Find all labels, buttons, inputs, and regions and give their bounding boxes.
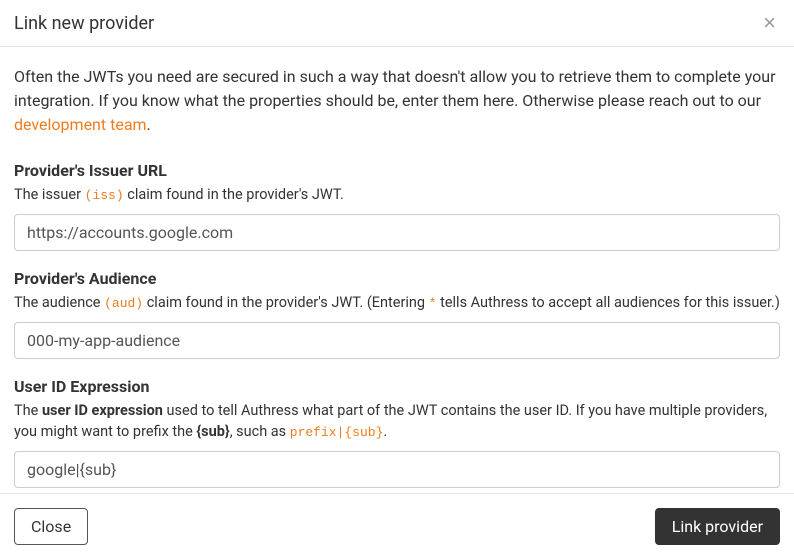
audience-input[interactable]	[14, 322, 780, 359]
userid-input[interactable]	[14, 451, 780, 488]
link-provider-modal: Link new provider × Often the JWTs you n…	[0, 0, 794, 559]
userid-help: The user ID expression used to tell Auth…	[14, 400, 780, 444]
modal-title: Link new provider	[14, 13, 154, 34]
issuer-url-label: Provider's Issuer URL	[14, 161, 780, 180]
issuer-url-help: The issuer (iss) claim found in the prov…	[14, 184, 780, 206]
modal-footer: Close Link provider	[0, 493, 794, 559]
development-team-link[interactable]: development team	[14, 115, 147, 134]
userid-help-code: prefix|{sub}	[290, 425, 384, 440]
userid-label: User ID Expression	[14, 377, 780, 396]
issuer-help-after: claim found in the provider's JWT.	[124, 186, 344, 203]
userid-help-bold2: {sub}	[196, 423, 229, 440]
close-button[interactable]: Close	[14, 508, 88, 545]
issuer-url-input[interactable]	[14, 214, 780, 251]
audience-help-code: (aud)	[104, 296, 143, 311]
userid-help-mid2: , such as	[230, 423, 290, 440]
modal-header: Link new provider ×	[0, 0, 794, 47]
audience-group: Provider's Audience The audience (aud) c…	[14, 269, 780, 359]
audience-help-after: tells Authress to accept all audiences f…	[436, 294, 779, 311]
issuer-help-before: The issuer	[14, 186, 85, 203]
issuer-help-code: (iss)	[85, 188, 124, 203]
audience-help: The audience (aud) claim found in the pr…	[14, 292, 780, 314]
userid-group: User ID Expression The user ID expressio…	[14, 377, 780, 489]
intro-text: Often the JWTs you need are secured in s…	[14, 65, 780, 137]
audience-help-mid: claim found in the provider's JWT. (Ente…	[143, 294, 429, 311]
intro-text-after: .	[147, 115, 151, 134]
link-provider-button[interactable]: Link provider	[655, 508, 780, 545]
userid-help-after: .	[383, 423, 387, 440]
issuer-url-group: Provider's Issuer URL The issuer (iss) c…	[14, 161, 780, 251]
audience-help-before: The audience	[14, 294, 104, 311]
modal-body: Often the JWTs you need are secured in s…	[0, 47, 794, 493]
userid-help-before: The	[14, 402, 42, 419]
close-icon[interactable]: ×	[759, 12, 780, 34]
audience-label: Provider's Audience	[14, 269, 780, 288]
intro-text-before: Often the JWTs you need are secured in s…	[14, 67, 776, 110]
userid-help-bold1: user ID expression	[42, 402, 163, 419]
